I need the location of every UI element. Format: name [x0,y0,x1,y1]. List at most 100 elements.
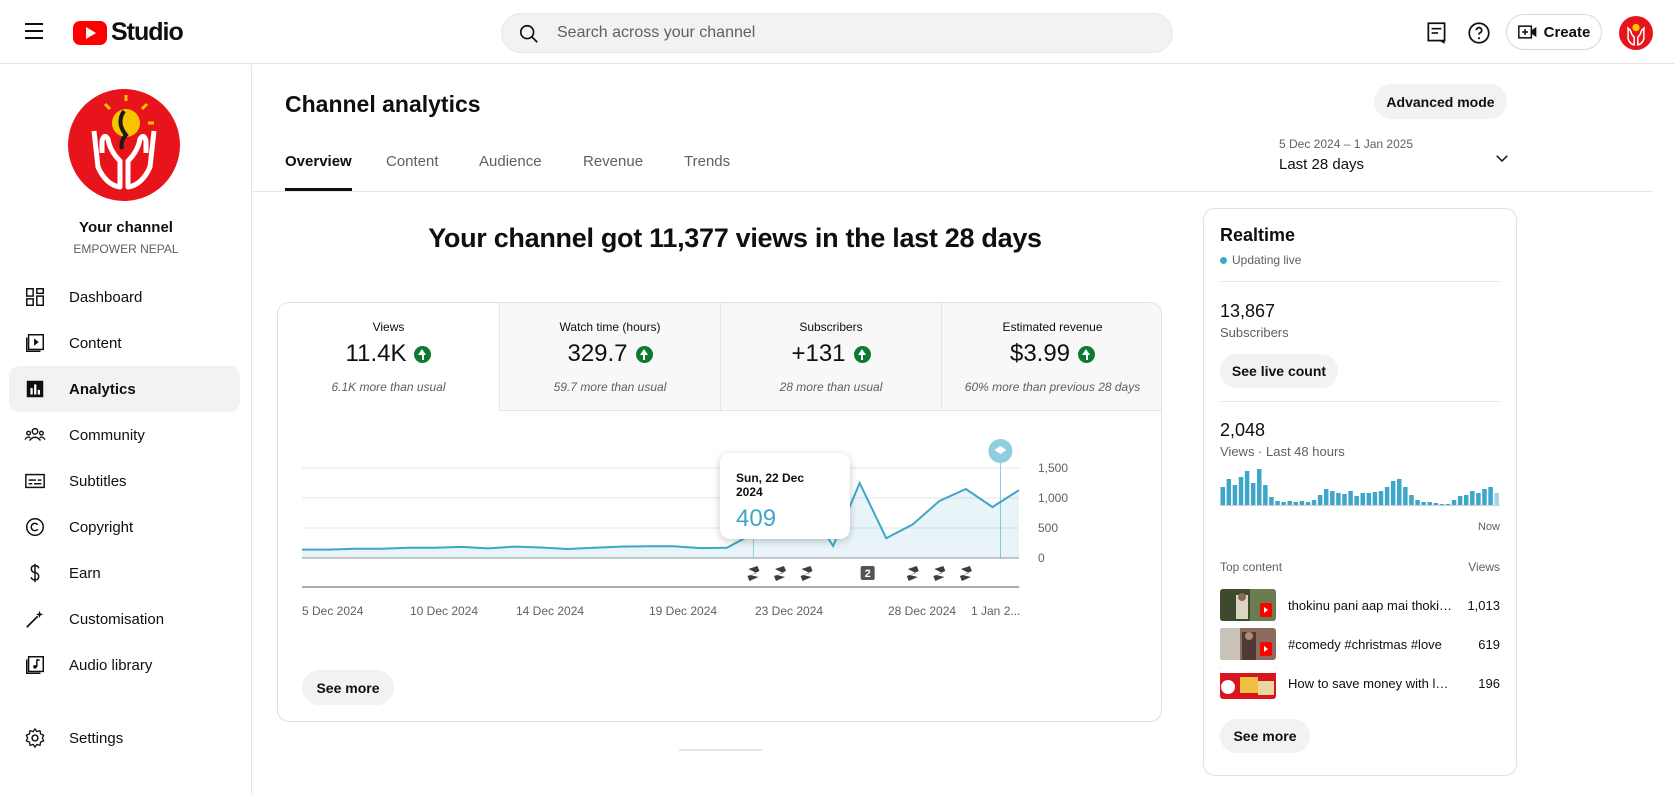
logo-text: Studio [111,18,184,46]
feedback-icon[interactable] [1424,20,1450,46]
shorts-icon [959,566,972,581]
realtime-bar [1378,491,1384,505]
realtime-bar [1323,489,1329,505]
y-tick-label: 1,500 [1038,461,1068,475]
see-live-count-button[interactable]: See live count [1220,354,1338,388]
channel-title: Your channel [79,219,173,236]
tooltip-value: 409 [736,505,777,532]
realtime-bar [1427,502,1432,505]
realtime-views-chart[interactable] [1220,467,1500,507]
realtime-bar [1451,500,1457,505]
analytics-icon [26,380,44,398]
views-label: Views · Last 48 hours [1220,444,1345,459]
add-video-icon [1517,25,1536,39]
see-more-button[interactable]: See more [302,670,394,705]
arrow-up-icon [853,345,871,363]
menu-icon[interactable] [22,20,46,44]
top-content-row[interactable]: thokinu pani aap mai thokinu 1,013 [1220,589,1500,621]
sidebar-item-content[interactable]: Content [9,320,240,366]
tab-content[interactable]: Content [386,153,439,191]
metric-watch-time[interactable]: Watch time (hours) 329.7 59.7 more than … [499,303,720,411]
realtime-title: Realtime [1220,225,1296,245]
realtime-bar [1293,502,1299,505]
metric-label: Estimated revenue [1002,320,1103,334]
create-button[interactable]: Create [1506,14,1602,50]
shorts-icon [933,566,946,581]
metric-label: Views [372,320,405,334]
realtime-bar [1421,502,1426,505]
tab-audience[interactable]: Audience [479,153,542,191]
metric-subscribers[interactable]: Subscribers +131 28 more than usual [720,303,941,411]
tabs-divider [253,191,1653,192]
video-title: #comedy #christmas #love [1288,637,1442,652]
date-range-picker[interactable]: 5 Dec 2024 – 1 Jan 2025 Last 28 days [1279,137,1511,181]
tab-revenue[interactable]: Revenue [583,153,643,191]
audio-library-icon [26,656,44,674]
realtime-bar [1232,485,1238,505]
sidebar-item-subtitles[interactable]: Subtitles [9,458,240,504]
now-label: Now [1477,521,1500,533]
sidebar-item-copyright[interactable]: Copyright [9,504,240,550]
sidebar-item-customisation[interactable]: Customisation [9,596,240,642]
sidebar-item-dashboard[interactable]: Dashboard [9,274,240,320]
community-icon [24,427,46,442]
tab-trends[interactable]: Trends [684,153,730,191]
overview-card: Views 11.4K 6.1K more than usual Watch t… [277,302,1162,722]
shorts-icon [906,566,919,581]
metric-views[interactable]: Views 11.4K 6.1K more than usual [278,303,499,411]
sidebar-item-label: Customisation [69,610,165,628]
youtube-play-icon [73,20,107,45]
x-tick-label: 10 Dec 2024 [410,604,478,618]
sidebar-item-label: Settings [69,729,124,747]
video-title: thokinu pani aap mai thokinu [1288,598,1453,613]
metric-note: 6.1K more than usual [331,380,446,394]
top-content-row[interactable]: #comedy #christmas #love 619 [1220,628,1500,660]
realtime-bar [1226,479,1232,505]
realtime-bar [1342,494,1347,505]
page-title: Channel analytics [285,91,481,117]
x-tick-label: 19 Dec 2024 [649,604,717,618]
search-bar[interactable] [501,13,1173,53]
realtime-bar [1360,493,1365,505]
account-avatar[interactable] [1619,16,1653,50]
sidebar-item-community[interactable]: Community [9,412,240,458]
page-indicator [679,749,762,751]
metric-value: 11.4K [345,340,407,367]
tooltip-date: Sun, 22 Dec 2024 [736,471,805,499]
metric-label: Watch time (hours) [559,320,661,334]
help-icon[interactable] [1466,20,1492,46]
realtime-bar [1336,493,1341,505]
chart-tooltip: Sun, 22 Dec 2024 409 [720,453,850,539]
realtime-bar [1250,483,1256,505]
studio-logo[interactable]: Studio [73,18,184,47]
subscribers-label: Subscribers [1220,325,1289,340]
realtime-status: Updating live [1220,253,1301,267]
sidebar-item-analytics[interactable]: Analytics [9,366,240,412]
channel-logo-icon [91,95,157,190]
see-more-top-content-button[interactable]: See more [1220,719,1310,753]
divider [1220,281,1500,282]
advanced-mode-button[interactable]: Advanced mode [1374,84,1507,119]
sidebar-item-earn[interactable]: Earn [9,550,240,596]
sidebar-item-audio-library[interactable]: Audio library [9,642,240,688]
channel-avatar[interactable] [68,89,180,201]
sidebar: Your channel EMPOWER NEPAL Dashboard Con… [0,65,252,795]
realtime-bar [1494,493,1499,505]
top-content-row[interactable]: How to save money with low income 196 [1220,667,1500,699]
realtime-bar [1488,487,1493,505]
metric-estimated-revenue[interactable]: Estimated revenue $3.99 60% more than pr… [941,303,1161,411]
video-views: 619 [1478,637,1500,652]
realtime-bar [1476,493,1481,505]
video-views: 196 [1478,676,1500,691]
metric-note: 28 more than usual [779,380,883,394]
sidebar-item-settings[interactable]: Settings [9,715,240,761]
sidebar-item-label: Audio library [69,656,153,674]
search-input[interactable] [557,14,1147,52]
channel-logo-icon [1627,23,1645,46]
sidebar-item-label: Dashboard [69,288,143,306]
realtime-bar [1384,487,1390,505]
tab-overview[interactable]: Overview [285,153,352,191]
subtitles-icon [25,473,45,489]
sidebar-item-label: Community [69,426,145,444]
date-range-dates: 5 Dec 2024 – 1 Jan 2025 [1279,137,1414,151]
